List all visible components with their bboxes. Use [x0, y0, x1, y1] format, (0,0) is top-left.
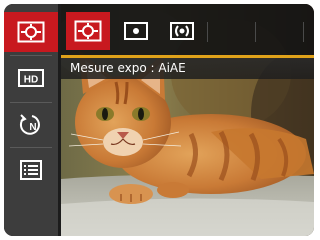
option-divider: [207, 22, 208, 42]
metering-icon: [17, 21, 45, 43]
spot-metering-icon: [124, 22, 148, 40]
sidebar-item-menu[interactable]: [4, 150, 58, 190]
option-label-bar: Mesure expo : AiAE: [61, 55, 314, 79]
sidebar-item-hd[interactable]: HD: [4, 58, 58, 98]
svg-text:HD: HD: [24, 75, 38, 86]
metering-options-bar: [61, 4, 314, 55]
sidebar-item-timer[interactable]: N: [4, 105, 58, 145]
center-weighted-metering-icon: [170, 22, 194, 40]
sidebar-divider: [10, 147, 52, 148]
sidebar-item-metering[interactable]: [4, 12, 58, 52]
sidebar-divider: [10, 55, 52, 56]
hd-video-icon: HD: [18, 69, 44, 87]
sidebar-divider: [10, 102, 52, 103]
camera-menu-screen: HD N Mesure expo: AiAE: [4, 4, 314, 236]
option-spot[interactable]: [114, 12, 158, 50]
timer-n-icon: N: [19, 114, 40, 135]
aiae-metering-icon: [74, 20, 102, 42]
option-divider: [303, 22, 304, 42]
option-aiae[interactable]: [66, 12, 110, 50]
menu-list-icon: [20, 160, 42, 180]
option-divider: [255, 22, 256, 42]
svg-text:N: N: [29, 122, 36, 133]
option-center-weighted[interactable]: [160, 12, 204, 50]
settings-sidebar: HD N: [4, 4, 58, 236]
option-label: Mesure expo : AiAE: [70, 61, 186, 75]
